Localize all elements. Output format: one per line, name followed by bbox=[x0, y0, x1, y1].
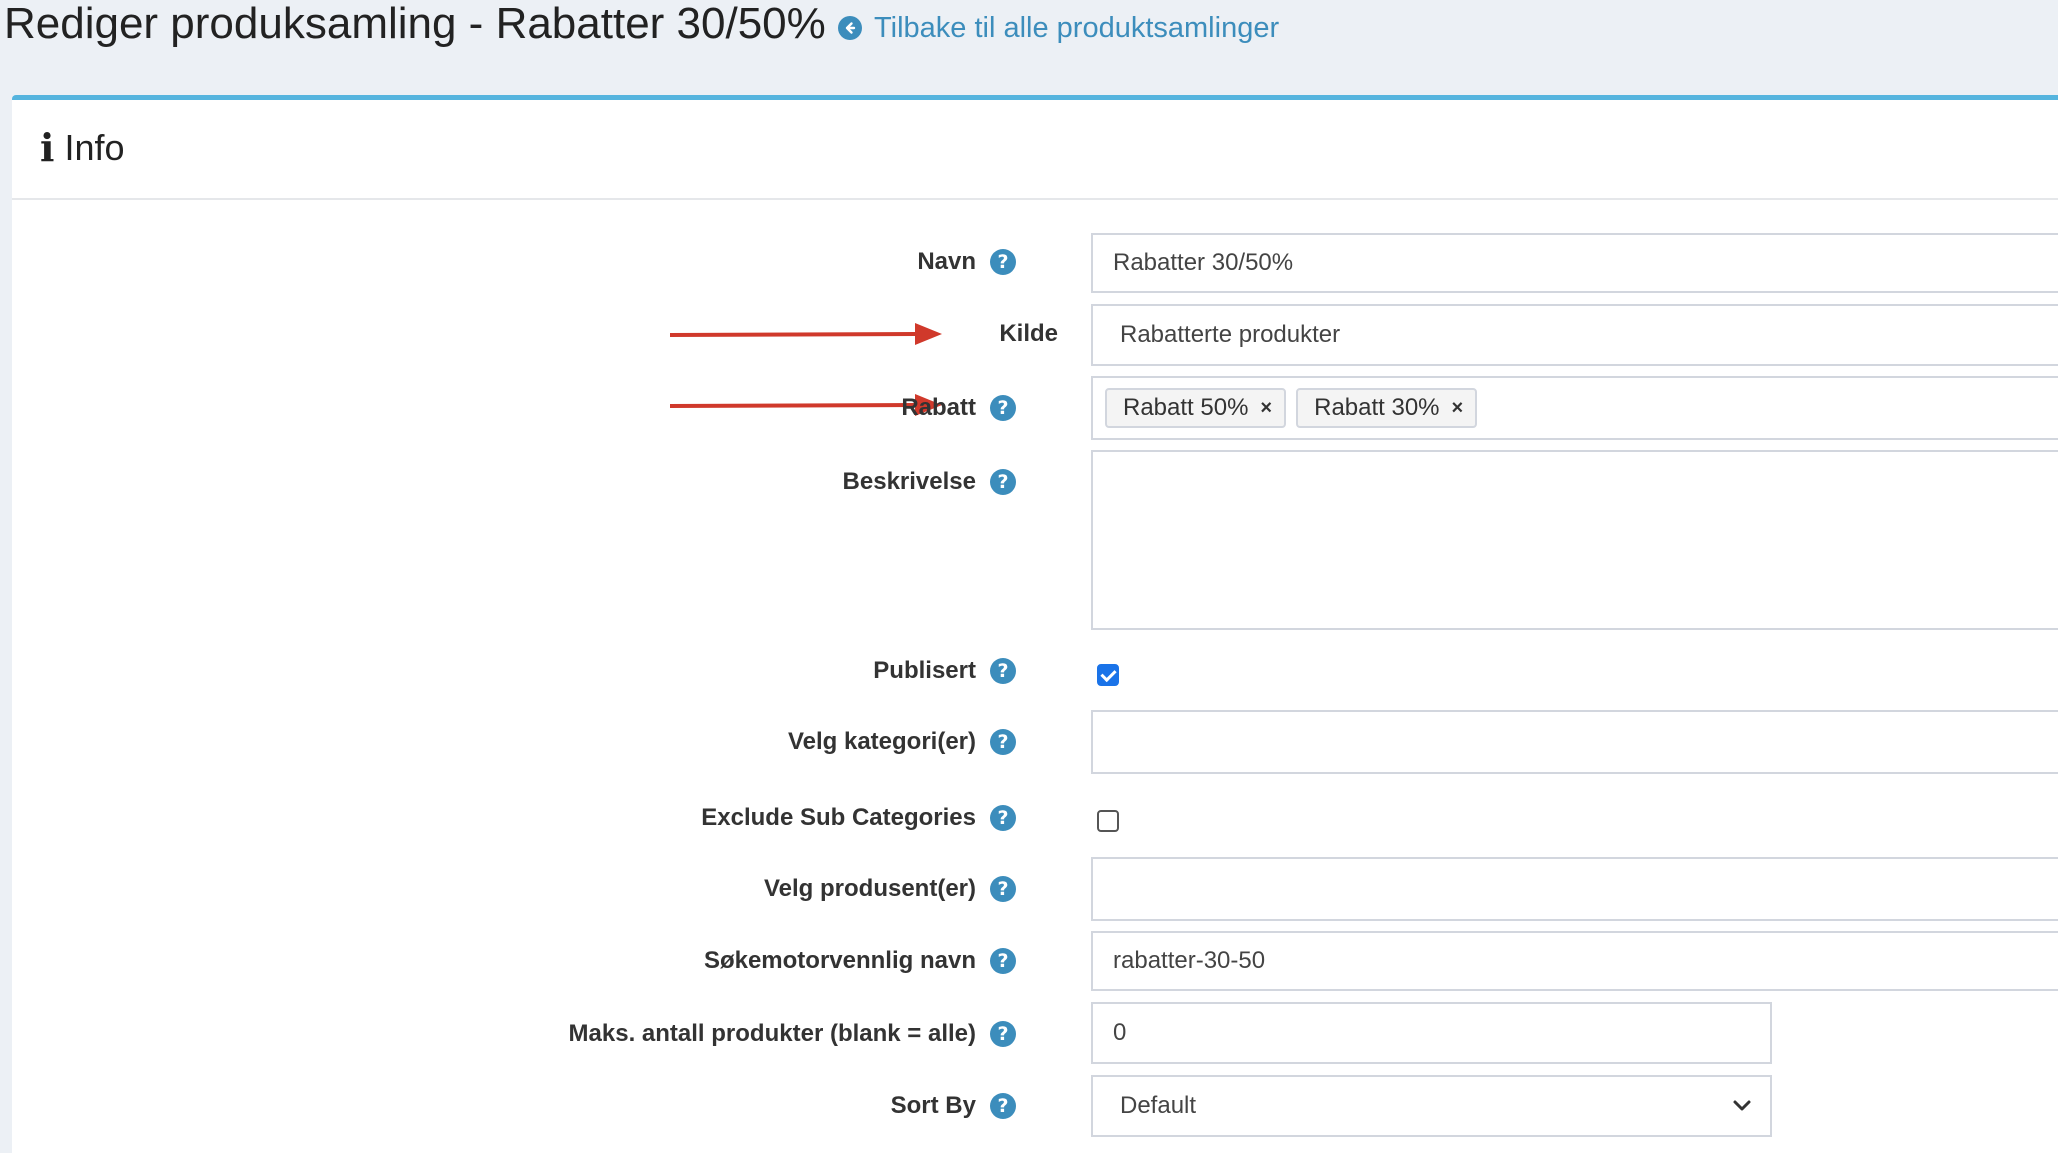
label-seo-name: Søkemotorvennlig navn ? bbox=[704, 947, 1016, 975]
label-text: Rabatt bbox=[901, 394, 976, 421]
row-rabatt: Rabatt ? Rabatt 50% × Rabatt 30% × bbox=[12, 376, 2058, 440]
rabatt-tag: Rabatt 50% × bbox=[1105, 388, 1287, 428]
label-produsenter: Velg produsent(er) ? bbox=[764, 875, 1016, 903]
label-text: Navn bbox=[917, 248, 976, 275]
info-icon: i bbox=[40, 125, 55, 170]
rabatt-tag: Rabatt 30% × bbox=[1296, 388, 1478, 428]
remove-tag-icon[interactable]: × bbox=[1452, 397, 1464, 420]
back-link-label: Tilbake til alle produktsamlinger bbox=[874, 12, 1280, 44]
label-exclude-sub: Exclude Sub Categories ? bbox=[701, 804, 1016, 832]
info-card-header[interactable]: i Info bbox=[12, 100, 2058, 200]
beskrivelse-textarea[interactable] bbox=[1091, 450, 2058, 630]
label-text: Velg kategori(er) bbox=[787, 728, 976, 755]
info-card: i Info Navn ? Rabatter 30/50% Kilde Raba… bbox=[12, 95, 2058, 1153]
label-text: Velg produsent(er) bbox=[763, 875, 976, 902]
row-publisert: Publisert ? bbox=[12, 652, 2058, 692]
page-header: Rediger produksamling - Rabatter 30/50% … bbox=[0, 0, 2058, 96]
back-to-collections-link[interactable]: Tilbake til alle produktsamlinger bbox=[838, 10, 1279, 46]
sort-by-select[interactable]: Default bbox=[1091, 1075, 1772, 1137]
tag-label: Rabatt 50% bbox=[1123, 394, 1249, 421]
remove-tag-icon[interactable]: × bbox=[1260, 397, 1272, 420]
row-sort-by: Sort By ? Default bbox=[12, 1075, 2058, 1137]
label-text: Maks. antall produkter (blank = alle) bbox=[568, 1020, 976, 1047]
exclude-sub-checkbox[interactable] bbox=[1097, 810, 1119, 832]
max-products-input[interactable]: 0 bbox=[1091, 1002, 1772, 1064]
card-title-label: Info bbox=[64, 127, 125, 168]
produsenter-multiselect[interactable] bbox=[1091, 857, 2058, 921]
row-kilde: Kilde Rabatterte produkter bbox=[12, 304, 2058, 366]
row-navn: Navn ? Rabatter 30/50% bbox=[12, 233, 2058, 293]
row-max-products: Maks. antall produkter (blank = alle) ? … bbox=[12, 1002, 2058, 1064]
card-title: i Info bbox=[40, 128, 124, 168]
seo-name-input[interactable]: rabatter-30-50 bbox=[1091, 931, 2058, 991]
annotation-arrow-icon bbox=[670, 323, 942, 345]
label-rabatt: Rabatt ? bbox=[901, 394, 1016, 422]
arrow-circle-left-icon bbox=[838, 16, 862, 40]
label-navn: Navn ? bbox=[917, 248, 1016, 276]
row-seo-name: Søkemotorvennlig navn ? rabatter-30-50 bbox=[12, 931, 2058, 991]
row-kategorier: Velg kategori(er) ? bbox=[12, 710, 2058, 774]
row-beskrivelse: Beskrivelse ? bbox=[12, 450, 2058, 630]
label-max-products: Maks. antall produkter (blank = alle) ? bbox=[569, 1020, 1016, 1048]
page-title: Rediger produksamling - Rabatter 30/50% bbox=[4, 0, 826, 48]
tag-label: Rabatt 30% bbox=[1314, 394, 1440, 421]
help-icon[interactable]: ? bbox=[990, 658, 1016, 684]
label-text: Publisert bbox=[873, 657, 976, 684]
label-text: Kilde bbox=[999, 320, 1058, 347]
help-icon[interactable]: ? bbox=[990, 469, 1016, 495]
help-icon[interactable]: ? bbox=[990, 948, 1016, 974]
kategorier-multiselect[interactable] bbox=[1091, 710, 2058, 774]
kilde-select[interactable]: Rabatterte produkter bbox=[1091, 304, 2058, 366]
help-icon[interactable]: ? bbox=[990, 395, 1016, 421]
help-icon[interactable]: ? bbox=[990, 729, 1016, 755]
help-icon[interactable]: ? bbox=[990, 876, 1016, 902]
label-text: Beskrivelse bbox=[842, 468, 976, 495]
sort-by-value: Default bbox=[1120, 1092, 1197, 1119]
label-sort-by: Sort By ? bbox=[891, 1092, 1016, 1120]
row-exclude-sub: Exclude Sub Categories ? bbox=[12, 798, 2058, 838]
label-text: Exclude Sub Categories bbox=[701, 804, 976, 831]
label-text: Sort By bbox=[890, 1092, 976, 1119]
help-icon[interactable]: ? bbox=[990, 1021, 1016, 1047]
rabatt-multiselect[interactable]: Rabatt 50% × Rabatt 30% × bbox=[1091, 376, 2058, 440]
chevron-down-icon bbox=[1733, 1100, 1751, 1111]
label-publisert: Publisert ? bbox=[873, 657, 1016, 685]
label-kategorier: Velg kategori(er) ? bbox=[788, 728, 1016, 756]
help-icon[interactable]: ? bbox=[990, 249, 1016, 275]
help-icon[interactable]: ? bbox=[990, 805, 1016, 831]
label-text: Søkemotorvennlig navn bbox=[703, 947, 976, 974]
label-kilde: Kilde bbox=[999, 320, 1058, 348]
label-beskrivelse: Beskrivelse ? bbox=[843, 468, 1016, 496]
row-produsenter: Velg produsent(er) ? bbox=[12, 857, 2058, 921]
navn-input[interactable]: Rabatter 30/50% bbox=[1091, 233, 2058, 293]
publisert-checkbox[interactable] bbox=[1097, 664, 1119, 686]
help-icon[interactable]: ? bbox=[990, 1093, 1016, 1119]
